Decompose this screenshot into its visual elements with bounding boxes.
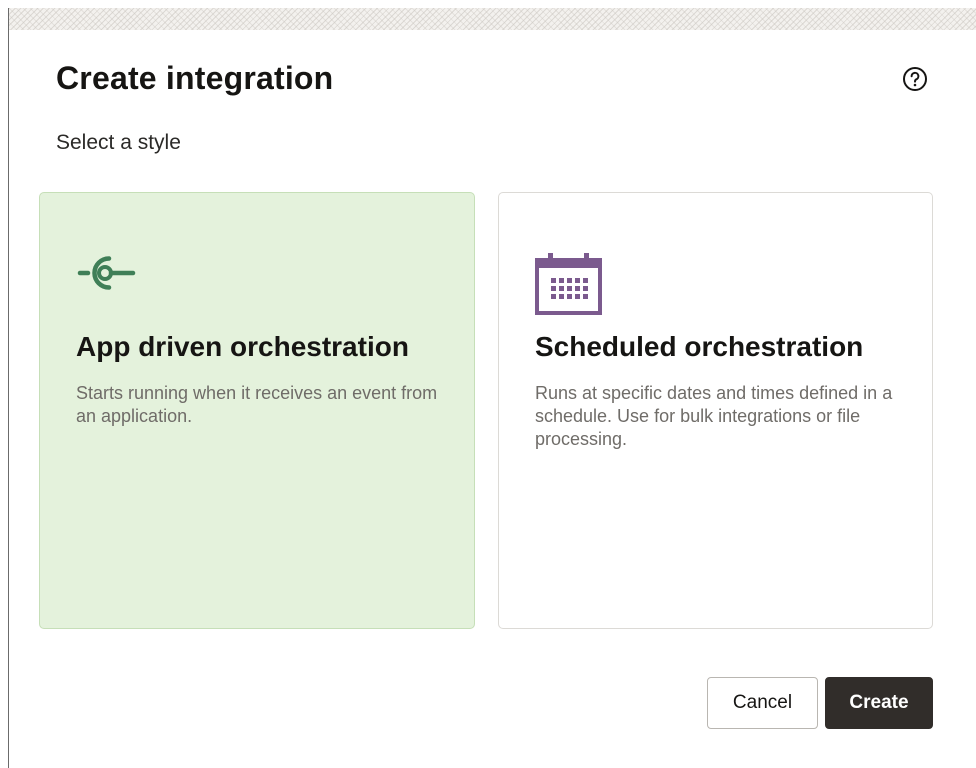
create-button[interactable]: Create (825, 677, 933, 729)
help-circle-icon[interactable] (902, 66, 928, 92)
card-description: Runs at specific dates and times defined… (535, 383, 893, 449)
card-title: Scheduled orchestration (535, 331, 864, 362)
event-trigger-icon (77, 256, 136, 290)
create-integration-dialog: Create integration Select a style App dr… (8, 8, 976, 768)
scheduled-orchestration-card[interactable]: Scheduled orchestration Runs at specific… (498, 192, 933, 629)
dialog-header-strip (9, 8, 976, 30)
calendar-icon (535, 253, 602, 315)
card-title: App driven orchestration (76, 331, 409, 362)
select-style-label: Select a style (56, 131, 181, 154)
app-driven-orchestration-card[interactable]: App driven orchestration Starts running … (39, 192, 475, 629)
dialog-title: Create integration (56, 60, 334, 96)
cancel-button[interactable]: Cancel (707, 677, 818, 729)
card-description: Starts running when it receives an event… (76, 383, 438, 426)
